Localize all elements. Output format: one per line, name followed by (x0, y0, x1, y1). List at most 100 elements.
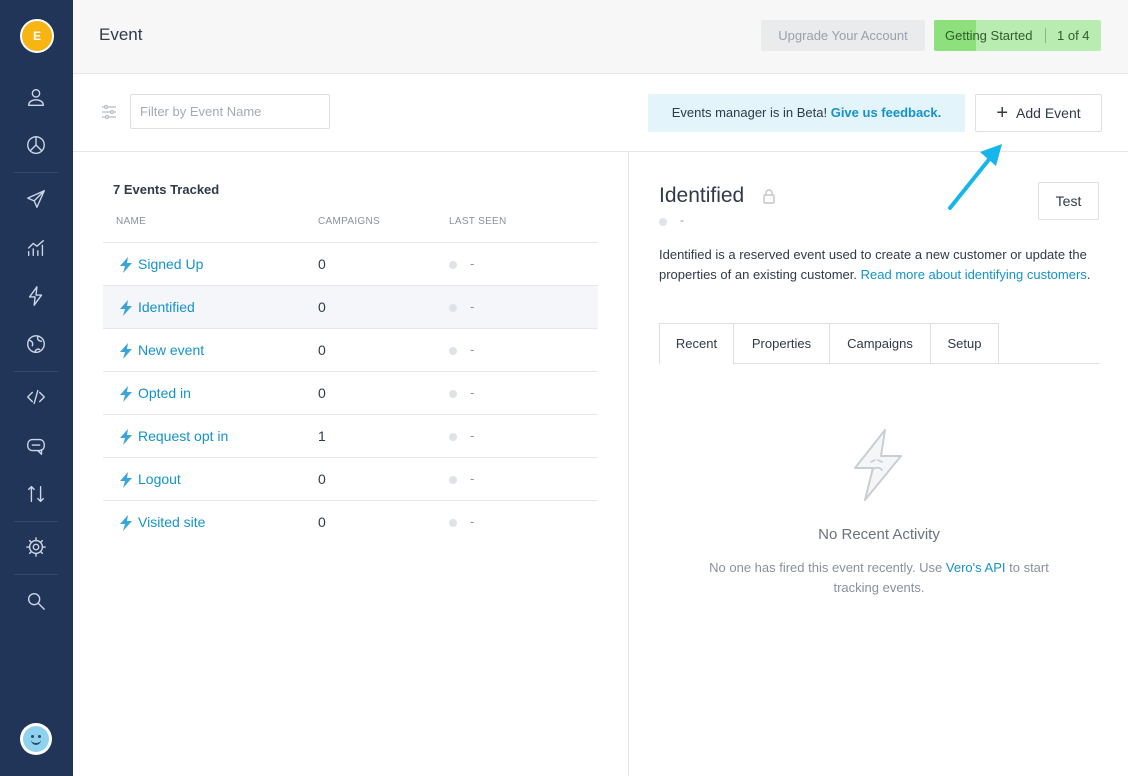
table-row[interactable]: Request opt in 1 - (103, 414, 598, 457)
lightning-icon (119, 429, 133, 445)
vero-api-link[interactable]: Vero's API (946, 560, 1006, 575)
lightning-icon[interactable] (22, 282, 50, 310)
events-toolbar: Events manager is in Beta! Give us feedb… (73, 74, 1128, 152)
event-last-seen: - (470, 342, 475, 357)
status-dot (449, 261, 457, 269)
add-event-label: Add Event (1016, 105, 1081, 121)
lightning-icon (119, 343, 133, 359)
identifying-customers-link[interactable]: Read more about identifying customers (861, 267, 1087, 282)
events-count: 7 Events Tracked (113, 182, 220, 197)
column-header-last-seen: LAST SEEN (449, 216, 507, 227)
event-campaigns: 0 (318, 471, 326, 487)
tab-recent[interactable]: Recent (659, 323, 734, 365)
status-dot (659, 218, 667, 226)
table-row[interactable]: Opted in 0 - (103, 371, 598, 414)
event-detail-panel: Identified - Test Identified is a reserv… (630, 152, 1128, 776)
getting-started-label: Getting Started (945, 28, 1033, 43)
column-header-name: NAME (116, 216, 147, 227)
event-last-seen: - (470, 299, 475, 314)
lightning-icon (119, 472, 133, 488)
detail-tabs: Recent Properties Campaigns Setup (659, 323, 1099, 365)
description-end: . (1086, 266, 1091, 282)
chat-icon[interactable] (22, 432, 50, 460)
event-campaigns: 0 (318, 299, 326, 315)
status-dot (449, 519, 457, 527)
event-detail-title: Identified (659, 184, 745, 207)
event-campaigns: 1 (318, 428, 326, 444)
user-icon[interactable] (22, 83, 50, 111)
event-last-seen: - (470, 514, 475, 529)
gear-icon[interactable] (22, 533, 50, 561)
event-name[interactable]: Identified (138, 299, 195, 315)
send-icon[interactable] (22, 185, 50, 213)
test-button[interactable]: Test (1038, 182, 1099, 220)
upgrade-account-button[interactable]: Upgrade Your Account (761, 20, 925, 51)
events-list-panel: 7 Events Tracked NAME CAMPAIGNS LAST SEE… (73, 152, 629, 776)
getting-started-progress[interactable]: Getting Started 1 of 4 (934, 20, 1101, 51)
status-dot (449, 304, 457, 312)
pie-chart-icon[interactable] (22, 131, 50, 159)
sidebar-divider (14, 521, 58, 522)
code-icon[interactable] (22, 383, 50, 411)
event-last-seen: - (470, 428, 475, 443)
event-last-seen: - (470, 471, 475, 486)
table-row[interactable]: Signed Up 0 - (103, 242, 598, 285)
event-name[interactable]: Signed Up (138, 256, 203, 272)
event-description: Identified is a reserved event used to c… (659, 245, 1101, 284)
events-table: Signed Up 0 - Identified 0 - New event 0… (103, 242, 598, 543)
filter-settings-icon[interactable] (101, 104, 117, 120)
page-title: Event (99, 25, 143, 44)
lightning-icon (119, 300, 133, 316)
sad-lightning-icon (854, 429, 902, 501)
event-last-seen: - (680, 213, 684, 227)
event-name[interactable]: New event (138, 342, 204, 358)
lock-icon (762, 188, 776, 204)
search-icon[interactable] (22, 587, 50, 615)
empty-text-before: No one has fired this event recently. Us… (709, 560, 943, 575)
transfer-icon[interactable] (22, 480, 50, 508)
plus-icon: + (996, 102, 1009, 124)
table-row[interactable]: Visited site 0 - (103, 500, 598, 543)
status-dot (449, 433, 457, 441)
smiley-avatar[interactable] (20, 723, 52, 755)
sidebar: E (0, 0, 73, 776)
event-campaigns: 0 (318, 514, 326, 530)
lightning-icon (119, 257, 133, 273)
event-last-seen: - (470, 385, 475, 400)
tab-properties[interactable]: Properties (733, 323, 830, 364)
feedback-link[interactable]: Give us feedback. (831, 105, 942, 120)
sidebar-divider (14, 371, 58, 372)
sidebar-divider (14, 574, 58, 575)
page-header: Event Upgrade Your Account Getting Start… (73, 0, 1128, 74)
event-campaigns: 0 (318, 385, 326, 401)
beta-text: Events manager is in Beta! (671, 105, 828, 120)
analytics-icon[interactable] (22, 234, 50, 262)
event-name[interactable]: Visited site (138, 514, 205, 530)
filter-event-name-input[interactable] (130, 94, 330, 129)
lightning-icon (119, 386, 133, 402)
beta-banner: Events manager is in Beta! Give us feedb… (648, 94, 965, 132)
add-event-button[interactable]: + Add Event (975, 94, 1102, 132)
event-name[interactable]: Opted in (138, 385, 191, 401)
table-row[interactable]: Logout 0 - (103, 457, 598, 500)
empty-state-title: No Recent Activity (818, 526, 940, 543)
event-name[interactable]: Request opt in (138, 428, 228, 444)
event-last-seen: - (470, 256, 475, 271)
sidebar-divider (14, 172, 58, 173)
status-dot (449, 347, 457, 355)
tab-campaigns[interactable]: Campaigns (829, 323, 931, 364)
table-row[interactable]: Identified 0 - (103, 285, 598, 328)
tab-setup[interactable]: Setup (930, 323, 999, 364)
divider (1045, 28, 1046, 43)
event-name[interactable]: Logout (138, 471, 181, 487)
globe-icon[interactable] (22, 330, 50, 358)
event-campaigns: 0 (318, 342, 326, 358)
column-header-campaigns: CAMPAIGNS (318, 216, 380, 227)
lightning-icon (119, 515, 133, 531)
status-dot (449, 476, 457, 484)
account-avatar[interactable]: E (20, 19, 54, 53)
getting-started-count: 1 of 4 (1057, 28, 1090, 43)
event-campaigns: 0 (318, 256, 326, 272)
status-dot (449, 390, 457, 398)
table-row[interactable]: New event 0 - (103, 328, 598, 371)
